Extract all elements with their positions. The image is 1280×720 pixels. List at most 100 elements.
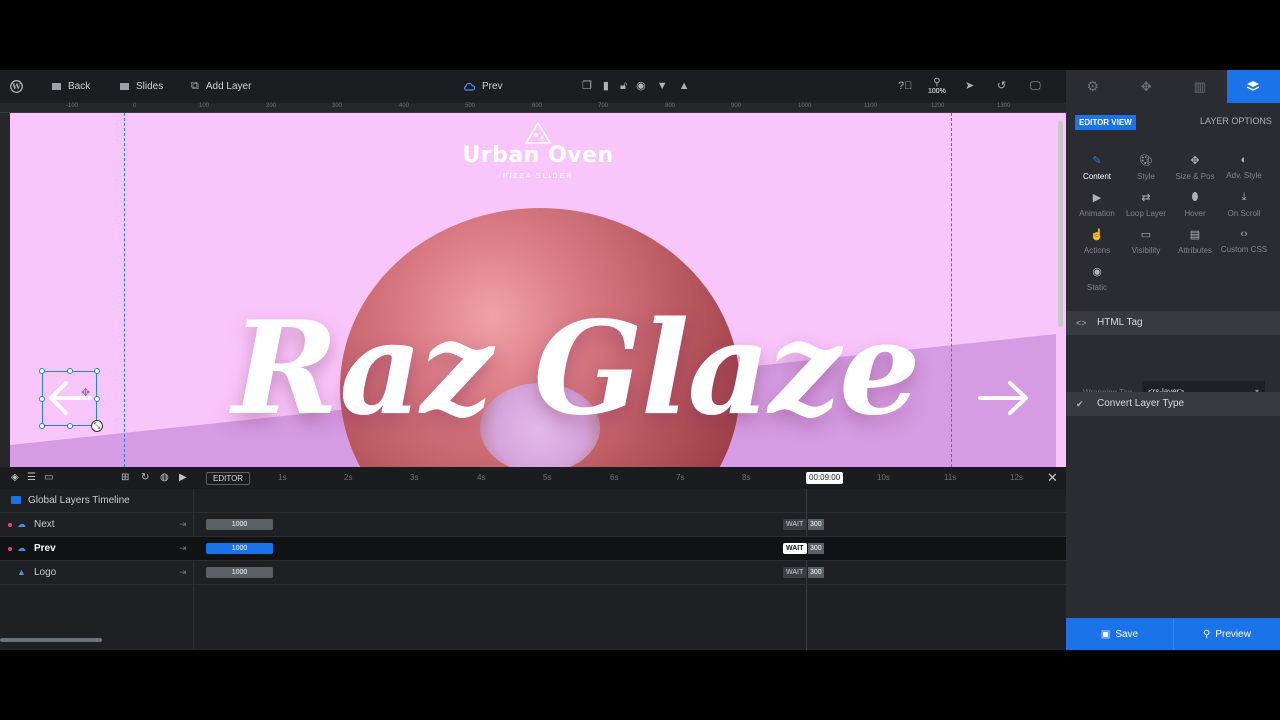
pin-icon[interactable]: ⇥ — [179, 567, 187, 578]
option-actions[interactable]: ☝ Actions — [1072, 228, 1122, 255]
slide-canvas[interactable]: Urban Oven PIZZA SLIDER Raz Glaze ⤡ ✥ — [10, 113, 1066, 467]
play-icon: ▶ — [1092, 192, 1102, 204]
headline-text[interactable]: Raz Glaze — [232, 305, 920, 433]
editor-mode-button[interactable]: EDITOR — [206, 472, 251, 485]
option-static[interactable]: ◉ Static — [1072, 265, 1122, 292]
ruler-label: 200 — [266, 103, 277, 109]
sound-icon[interactable]: ◍ — [160, 472, 169, 483]
slides-button[interactable]: Slides — [120, 70, 163, 103]
tab-slider-settings[interactable]: ⚙ — [1066, 70, 1120, 103]
timeline-row-logo[interactable]: ▲ Logo ⇥ 1000 WAIT 300 — [0, 561, 1066, 585]
option-animation[interactable]: ▶ Animation — [1072, 191, 1122, 218]
add-layer-button[interactable]: ⧉ Add Layer — [191, 70, 251, 103]
option-size-pos[interactable]: ✥ Size & Pos — [1170, 154, 1220, 181]
option-visibility[interactable]: ▭ Visibility — [1121, 228, 1171, 255]
pin-icon[interactable]: ⇥ — [179, 543, 187, 554]
resize-handle[interactable] — [39, 396, 45, 402]
option-custom-css[interactable]: ‹› Custom CSS — [1219, 228, 1269, 254]
convert-layer-type-section[interactable]: ✔ Convert Layer Type — [1066, 392, 1280, 416]
timeline-scrollbar[interactable] — [0, 638, 102, 642]
folder-icon[interactable]: ▭ — [44, 472, 53, 483]
current-layer-button[interactable]: Prev — [463, 70, 503, 103]
pin-icon[interactable]: ⇥ — [179, 519, 187, 530]
play-icon[interactable]: ▶ — [179, 472, 187, 483]
chevron-down-icon[interactable]: ▼ — [657, 81, 668, 92]
wait-value[interactable]: 300 — [808, 567, 824, 578]
resize-corner-icon[interactable]: ⤡ — [91, 420, 103, 432]
option-attributes[interactable]: ▤ Attributes — [1170, 228, 1220, 255]
global-layers-row[interactable]: Global Layers Timeline — [0, 489, 1066, 513]
option-style[interactable]: 🎨︎ Style — [1121, 154, 1171, 181]
option-content[interactable]: ✎ Content — [1072, 154, 1122, 181]
delete-icon[interactable]: ▮ — [603, 81, 609, 92]
logo-title[interactable]: Urban Oven — [10, 143, 1066, 168]
html-tag-section[interactable]: <> HTML Tag — [1066, 311, 1280, 335]
back-button[interactable]: Back — [52, 70, 90, 103]
tab-slide-options[interactable]: ▥ — [1173, 70, 1227, 103]
save-button[interactable]: ▣ Save — [1066, 618, 1173, 650]
resize-handle[interactable] — [67, 368, 73, 374]
timeline-row-prev[interactable]: ☁ Prev ⇥ 1000 WAIT 300 — [0, 537, 1066, 561]
wait-badge[interactable]: WAIT — [783, 543, 807, 554]
duplicate-icon[interactable]: ❐ — [582, 81, 592, 92]
close-icon[interactable]: ✕ — [1047, 470, 1058, 486]
loop-icon[interactable]: ↻ — [141, 472, 149, 483]
grid-icon[interactable]: ⊞ — [121, 472, 129, 483]
device-desktop-button[interactable]: 🖵︎ — [1030, 70, 1041, 103]
option-adv-style[interactable]: ◐ Adv. Style — [1219, 154, 1269, 180]
tab-layer-options[interactable] — [1226, 70, 1280, 103]
move-icon: ✥ — [1190, 155, 1200, 167]
resize-handle[interactable] — [39, 423, 45, 429]
chevron-up-icon[interactable]: ▲ — [679, 81, 690, 92]
current-time[interactable]: 00:09:00 — [806, 472, 844, 484]
pointer-button[interactable]: ➤ — [965, 70, 974, 103]
wait-value[interactable]: 300 — [808, 543, 824, 554]
scrollbar-thumb[interactable] — [1058, 121, 1063, 327]
layer-color-dot — [8, 547, 12, 551]
option-hover[interactable]: ⬮ Hover — [1170, 191, 1220, 218]
vertical-ruler — [0, 113, 10, 467]
loop-icon: ⇄ — [1141, 192, 1151, 204]
cloud-icon: ☁ — [17, 519, 26, 529]
option-on-scroll[interactable]: ⤓ On Scroll — [1219, 191, 1269, 218]
option-loop-layer[interactable]: ⇄ Loop Layer — [1121, 191, 1171, 218]
visibility-eye-icon[interactable]: ◉ — [636, 81, 646, 92]
timeline-tick: 6s — [610, 473, 619, 482]
zoom-control[interactable]: ⚲ 100% — [928, 70, 946, 103]
wait-value[interactable]: 300 — [808, 519, 824, 530]
duration-bar[interactable]: 1000 — [206, 543, 273, 554]
timeline-row-next[interactable]: ☁ Next ⇥ 1000 WAIT 300 — [0, 513, 1066, 537]
duration-bar[interactable]: 1000 — [206, 519, 273, 530]
prev-layer-selection[interactable]: ⤡ ✥ — [39, 368, 103, 432]
resize-handle[interactable] — [94, 368, 100, 374]
ruler-label: -100 — [66, 103, 79, 109]
resize-handle[interactable] — [39, 368, 45, 374]
image-icon: ▲ — [17, 567, 26, 577]
tab-navigation[interactable]: ✥ — [1119, 70, 1173, 103]
ruler-label: 700 — [598, 103, 609, 109]
wordpress-button[interactable]: W — [10, 70, 23, 103]
option-label: Hover — [1184, 209, 1206, 218]
option-label: Animation — [1079, 209, 1115, 218]
contrast-icon: ◐ — [1240, 154, 1248, 166]
wait-badge[interactable]: WAIT — [783, 519, 807, 530]
preview-button[interactable]: ⚲ Preview — [1173, 618, 1280, 650]
layers-icon[interactable]: ◈ — [11, 472, 19, 483]
help-icon: ?⃝ — [898, 80, 913, 92]
slides-icon — [120, 83, 129, 90]
list-icon[interactable]: ☰ — [27, 472, 36, 483]
undo-button[interactable]: ↺ — [997, 70, 1006, 103]
timeline-tick: 2s — [344, 473, 353, 482]
option-label: Static — [1086, 283, 1107, 292]
editor-view-badge[interactable]: EDITOR VIEW — [1075, 115, 1136, 130]
lock-icon[interactable]: 🔓︎ — [620, 81, 627, 92]
wait-badge[interactable]: WAIT — [783, 567, 807, 578]
resize-handle[interactable] — [67, 423, 73, 429]
canvas-scrollbar[interactable] — [1056, 113, 1066, 467]
option-label: Content — [1082, 172, 1112, 181]
help-button[interactable]: ?⃝ — [898, 70, 912, 103]
arrow-right-icon[interactable] — [976, 377, 1032, 419]
resize-handle[interactable] — [94, 396, 100, 402]
option-label: Style — [1137, 172, 1155, 181]
duration-bar[interactable]: 1000 — [206, 567, 273, 578]
